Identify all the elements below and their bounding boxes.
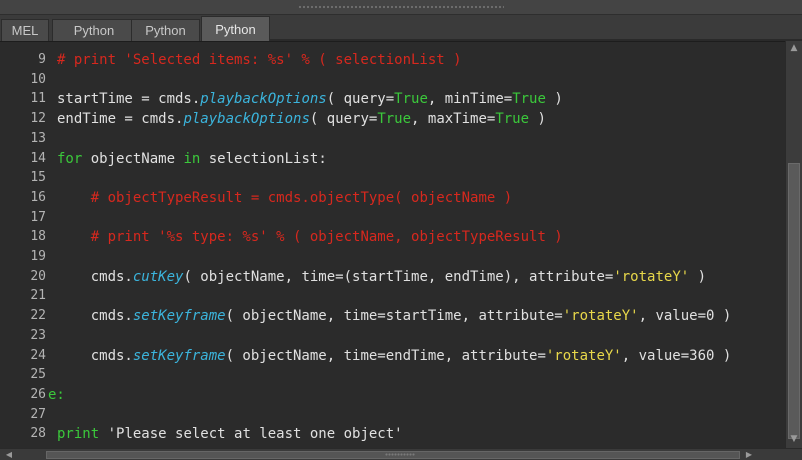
code-token-text: cmds.	[57, 347, 133, 364]
line-number: 16	[30, 189, 46, 205]
script-tab-bar: MEL Python Python Python	[0, 15, 802, 41]
code-token-text: )	[545, 91, 563, 108]
scroll-right-icon[interactable]: ▶	[742, 449, 756, 460]
code-line[interactable]: cmds.setKeyframe( objectName, time=endTi…	[57, 346, 732, 366]
code-token-keyword: e:	[48, 386, 65, 403]
code-token-text: ( objectName, time=startTime, attribute=	[225, 308, 563, 325]
line-number: 23	[30, 327, 46, 343]
code-token-function: playbackOptions	[183, 111, 310, 128]
code-token-text: , value=0 )	[638, 308, 732, 325]
code-token-boolean: True	[495, 111, 530, 128]
code-token-text: cmds.	[57, 308, 133, 325]
line-number: 10	[30, 71, 46, 87]
tab-python-1[interactable]: Python	[52, 19, 136, 41]
line-number: 28	[30, 426, 46, 442]
code-token-text: , minTime=	[427, 91, 513, 108]
panel-drag-grip[interactable]	[298, 5, 504, 9]
line-number: 20	[30, 268, 46, 284]
line-number: 25	[30, 367, 46, 383]
line-number: 11	[30, 91, 46, 107]
scroll-down-icon[interactable]: ▼	[786, 433, 802, 446]
line-number: 13	[30, 130, 46, 146]
code-line[interactable]: for objectName in selectionList:	[57, 149, 327, 169]
code-token-comment: # print '%s type: %s' % ( objectName, ob…	[90, 229, 563, 246]
code-token-plain-string: 'Please select at least one object'	[99, 426, 403, 443]
line-number: 17	[30, 209, 46, 225]
code-token-text: startTime = cmds.	[57, 91, 201, 108]
code-line[interactable]: e:	[48, 385, 65, 405]
script-editor[interactable]: 9 10 11 12 13 14 15 16 17 18 19 20 21 22 23 24 25 26 27 28 …	[0, 41, 785, 449]
code-line[interactable]: # print 'Selected items: %s' % ( selecti…	[57, 50, 462, 70]
line-number: 26	[30, 386, 46, 402]
code-token-keyword: in	[183, 150, 201, 167]
code-token-comment: # print 'Selected items: %s' % ( selecti…	[57, 52, 462, 68]
code-token-function: setKeyframe	[132, 347, 226, 364]
code-area[interactable]: # print 'Selected items: %s' % ( selecti…	[48, 42, 785, 449]
line-number: 9	[38, 52, 46, 67]
panel-top-strip	[0, 0, 802, 15]
code-token-boolean: True	[512, 91, 546, 108]
line-number: 24	[30, 347, 46, 363]
code-line[interactable]: # print '%s type: %s' % ( objectName, ob…	[57, 227, 563, 247]
line-number: 15	[30, 170, 46, 186]
code-token-text: , value=360 )	[621, 347, 732, 364]
code-token-text: ( query=	[326, 91, 395, 108]
code-line[interactable]: # objectTypeResult = cmds.objectType( ob…	[57, 188, 512, 208]
code-token-text: )	[529, 111, 546, 128]
tab-mel[interactable]: MEL	[1, 19, 49, 41]
vertical-scrollbar[interactable]: ▲ ▼	[785, 41, 802, 448]
code-token-text: selectionList:	[200, 150, 327, 167]
code-token-boolean: True	[377, 111, 412, 128]
code-token-text: ( objectName, time=endTime, attribute=	[225, 347, 546, 364]
tab-python-3-active[interactable]: Python	[201, 16, 270, 41]
horizontal-scroll-grip[interactable]	[385, 453, 415, 456]
line-number: 22	[30, 308, 46, 324]
code-token-boolean: True	[394, 91, 428, 108]
code-token-string: 'rotateY'	[613, 268, 690, 285]
scroll-left-icon[interactable]: ◀	[2, 449, 16, 460]
code-token-function: setKeyframe	[132, 308, 226, 325]
code-line[interactable]: cmds.setKeyframe( objectName, time=start…	[57, 306, 732, 326]
scroll-up-icon[interactable]: ▲	[786, 42, 802, 55]
code-token-string: 'rotateY'	[562, 308, 639, 325]
line-number-gutter: 9 10 11 12 13 14 15 16 17 18 19 20 21 22 23 24 25 26 27 28	[0, 42, 48, 449]
line-number: 18	[30, 229, 46, 245]
line-number: 19	[30, 249, 46, 264]
code-token-keyword: print	[57, 426, 100, 443]
code-token-text: ( query=	[309, 111, 378, 128]
code-token-keyword: for	[57, 150, 83, 167]
line-number: 27	[30, 406, 46, 422]
code-token-text: )	[689, 268, 707, 285]
tab-python-2[interactable]: Python	[131, 19, 200, 41]
code-token-text: , maxTime=	[411, 111, 496, 128]
code-token-function: playbackOptions	[200, 91, 327, 108]
code-token-string: 'rotateY'	[545, 347, 622, 364]
code-token-comment: # objectTypeResult = cmds.objectType( ob…	[90, 189, 513, 206]
line-number: 21	[30, 288, 46, 304]
code-token-text: ( objectName, time=(startTime, endTime),…	[183, 268, 614, 285]
line-number: 12	[30, 111, 46, 127]
code-line[interactable]: print 'Please select at least one object…	[57, 424, 403, 444]
vertical-scroll-thumb[interactable]	[788, 163, 800, 439]
code-token-text: objectName	[82, 150, 184, 167]
code-token-text: cmds.	[57, 268, 133, 285]
line-number: 14	[30, 150, 46, 166]
code-line[interactable]: cmds.cutKey( objectName, time=(startTime…	[57, 267, 706, 287]
code-token-text: endTime = cmds.	[57, 111, 184, 128]
horizontal-scrollbar[interactable]: ◀ ▶	[0, 448, 802, 460]
code-token-function: cutKey	[132, 268, 184, 285]
code-line[interactable]: startTime = cmds.playbackOptions( query=…	[57, 89, 563, 109]
code-line[interactable]: endTime = cmds.playbackOptions( query=Tr…	[57, 109, 546, 129]
